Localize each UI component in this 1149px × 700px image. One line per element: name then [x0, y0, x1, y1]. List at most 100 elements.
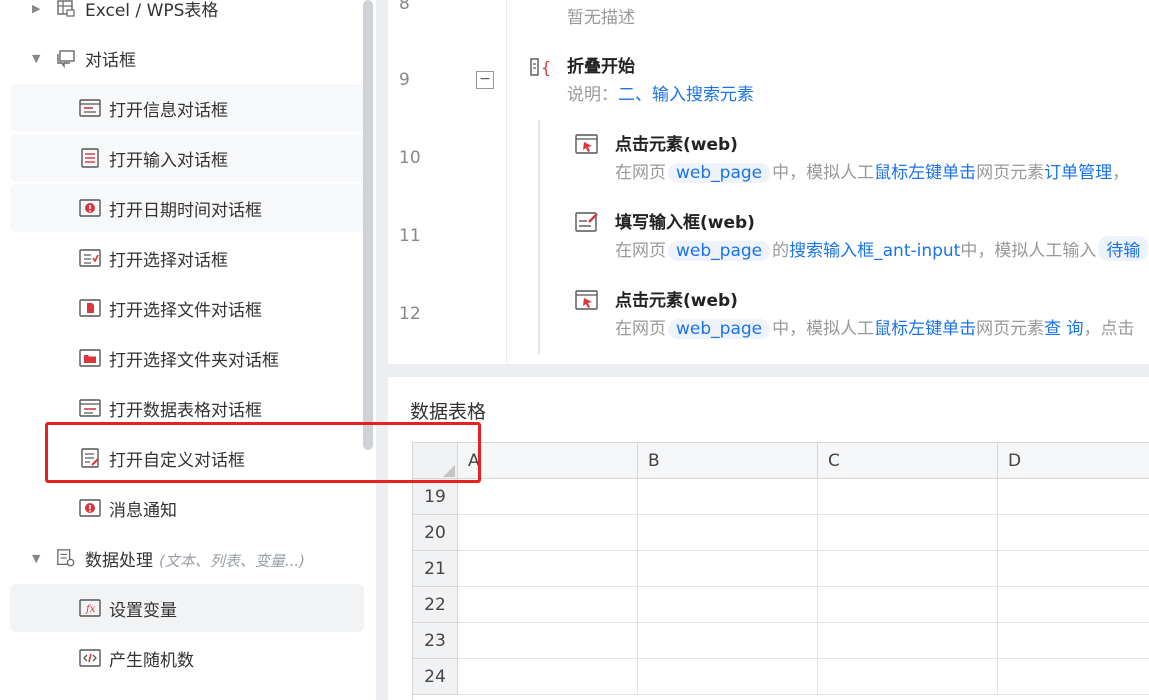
table-cell[interactable] — [818, 587, 998, 623]
table-cell[interactable] — [458, 479, 638, 515]
desc-text: 在网页 — [615, 241, 666, 261]
click-element-icon — [574, 287, 600, 313]
tree-item-partial — [10, 684, 364, 700]
tree-item-label: 打开选择对话框 — [109, 250, 228, 271]
table-cell[interactable] — [818, 515, 998, 551]
step-title[interactable]: 填写输入框(web) — [615, 208, 755, 233]
column-header[interactable]: A — [458, 443, 638, 479]
notify-icon — [79, 497, 101, 519]
table-cell[interactable] — [638, 623, 818, 659]
fold-collapse-button[interactable]: − — [476, 71, 494, 89]
fold-description: 二、输入搜索元素 — [618, 85, 754, 105]
desc-text: 网页元素 — [976, 163, 1045, 183]
collapse-arrow-icon[interactable]: ▼ — [32, 534, 40, 582]
random-icon — [79, 647, 101, 669]
svg-text:fx: fx — [85, 604, 96, 615]
table-cell[interactable] — [998, 587, 1149, 623]
desc-text: 网页元素 — [976, 319, 1045, 339]
tree-item-excel[interactable]: ▶ Excel / WPS表格 — [10, 0, 364, 32]
value-tag[interactable]: 待输 — [1098, 236, 1149, 261]
folder-dialog-icon — [79, 347, 101, 369]
line-number: 10 — [399, 148, 421, 168]
element-link[interactable]: 查 询 — [1044, 319, 1083, 339]
panel-gap — [376, 0, 388, 700]
fill-input-icon — [574, 209, 600, 235]
tree-item-label: 对话框 — [85, 50, 136, 71]
variable-tag[interactable]: web_page — [668, 163, 771, 183]
tree-item-label: 消息通知 — [109, 500, 177, 521]
tree-item-data-process[interactable]: ▼ 数据处理 (文本、列表、变量...) — [10, 534, 364, 582]
expand-arrow-icon[interactable]: ▶ — [32, 0, 40, 32]
table-cell[interactable] — [818, 479, 998, 515]
table-cell[interactable] — [458, 515, 638, 551]
desc-text: ，点击 — [1083, 319, 1135, 339]
collapse-arrow-icon[interactable]: ▼ — [32, 34, 40, 82]
tree-item-open-info-dialog[interactable]: 打开信息对话框 — [10, 84, 364, 132]
excel-icon — [56, 0, 76, 19]
table-cell[interactable] — [818, 551, 998, 587]
click-element-icon — [574, 131, 600, 157]
row-header[interactable]: 19 — [413, 479, 458, 515]
table-cell[interactable] — [998, 551, 1149, 587]
column-header[interactable]: D — [998, 443, 1149, 479]
column-header[interactable]: B — [638, 443, 818, 479]
desc-text: 在网页 — [615, 319, 666, 339]
partial-icon — [56, 694, 76, 700]
variable-tag[interactable]: web_page — [668, 319, 771, 339]
row-header[interactable]: 23 — [413, 623, 458, 659]
table-cell[interactable] — [998, 623, 1149, 659]
row-header[interactable]: 21 — [413, 551, 458, 587]
tree-item-open-input-dialog[interactable]: 打开输入对话框 — [10, 134, 364, 182]
element-link[interactable]: 搜索输入框_ant-input — [789, 241, 960, 261]
table-cell[interactable] — [638, 587, 818, 623]
step-desc: 在网页 web_page 的搜索输入框_ant-input中，模拟人工输入 待输 — [615, 236, 1149, 261]
step-desc: 说明：二、输入搜索元素 — [567, 80, 754, 105]
table-cell[interactable] — [638, 659, 818, 695]
column-header[interactable]: C — [818, 443, 998, 479]
tree-item-set-variable[interactable]: fx 设置变量 — [10, 584, 364, 632]
table-cell[interactable] — [458, 623, 638, 659]
desc-link[interactable]: 鼠标左键单击 — [874, 319, 976, 339]
tree-item-dialog[interactable]: ▼ 对话框 — [10, 34, 364, 82]
row-header[interactable]: 22 — [413, 587, 458, 623]
tree-item-random-number[interactable]: 产生随机数 — [10, 634, 364, 682]
table-cell[interactable] — [458, 659, 638, 695]
spreadsheet-grid[interactable]: A B C D 19 20 21 22 23 24 — [412, 442, 1149, 700]
line-number: 9 — [399, 70, 410, 90]
table-dialog-icon — [79, 397, 101, 419]
step-desc: 在网页 web_page 中，模拟人工鼠标左键单击网页元素订单管理， — [615, 158, 1129, 183]
desc-link[interactable]: 鼠标左键单击 — [874, 163, 976, 183]
variable-tag[interactable]: web_page — [668, 241, 771, 261]
table-cell[interactable] — [458, 587, 638, 623]
element-link[interactable]: 订单管理 — [1044, 163, 1112, 183]
tree-item-message-notify[interactable]: 消息通知 — [10, 484, 364, 532]
select-dialog-icon — [79, 247, 101, 269]
row-header[interactable]: 24 — [413, 659, 458, 695]
table-cell[interactable] — [638, 515, 818, 551]
table-cell[interactable] — [998, 479, 1149, 515]
desc-text: 在网页 — [615, 163, 666, 183]
table-cell[interactable] — [998, 659, 1149, 695]
tree-item-open-folder-dialog[interactable]: 打开选择文件夹对话框 — [10, 334, 364, 382]
tree-item-open-select-dialog[interactable]: 打开选择对话框 — [10, 234, 364, 282]
sidebar-scrollbar[interactable] — [363, 0, 373, 450]
step-title[interactable]: 折叠开始 — [567, 52, 635, 77]
step-title[interactable]: 点击元素(web) — [615, 130, 738, 155]
row-header[interactable]: 20 — [413, 515, 458, 551]
tree-item-open-datetime-dialog[interactable]: 打开日期时间对话框 — [10, 184, 364, 232]
component-sidebar: ▶ Excel / WPS表格 ▼ 对话框 打开信息对话框 打开输入对话框 打开… — [0, 0, 376, 700]
tree-item-label: 打开数据表格对话框 — [109, 400, 262, 421]
step-title[interactable]: 点击元素(web) — [615, 286, 738, 311]
desc-text: 的 — [772, 241, 790, 261]
table-cell[interactable] — [638, 551, 818, 587]
desc-prefix: 说明： — [567, 85, 618, 105]
table-cell[interactable] — [458, 551, 638, 587]
desc-text: 中，模拟人工 — [772, 163, 875, 183]
table-cell[interactable] — [818, 659, 998, 695]
category-hint: (文本、列表、变量...) — [159, 551, 306, 570]
tree-item-open-file-dialog[interactable]: 打开选择文件对话框 — [10, 284, 364, 332]
tree-item-label-group: 数据处理 (文本、列表、变量...) — [85, 546, 305, 571]
table-cell[interactable] — [638, 479, 818, 515]
table-cell[interactable] — [998, 515, 1149, 551]
table-cell[interactable] — [818, 623, 998, 659]
